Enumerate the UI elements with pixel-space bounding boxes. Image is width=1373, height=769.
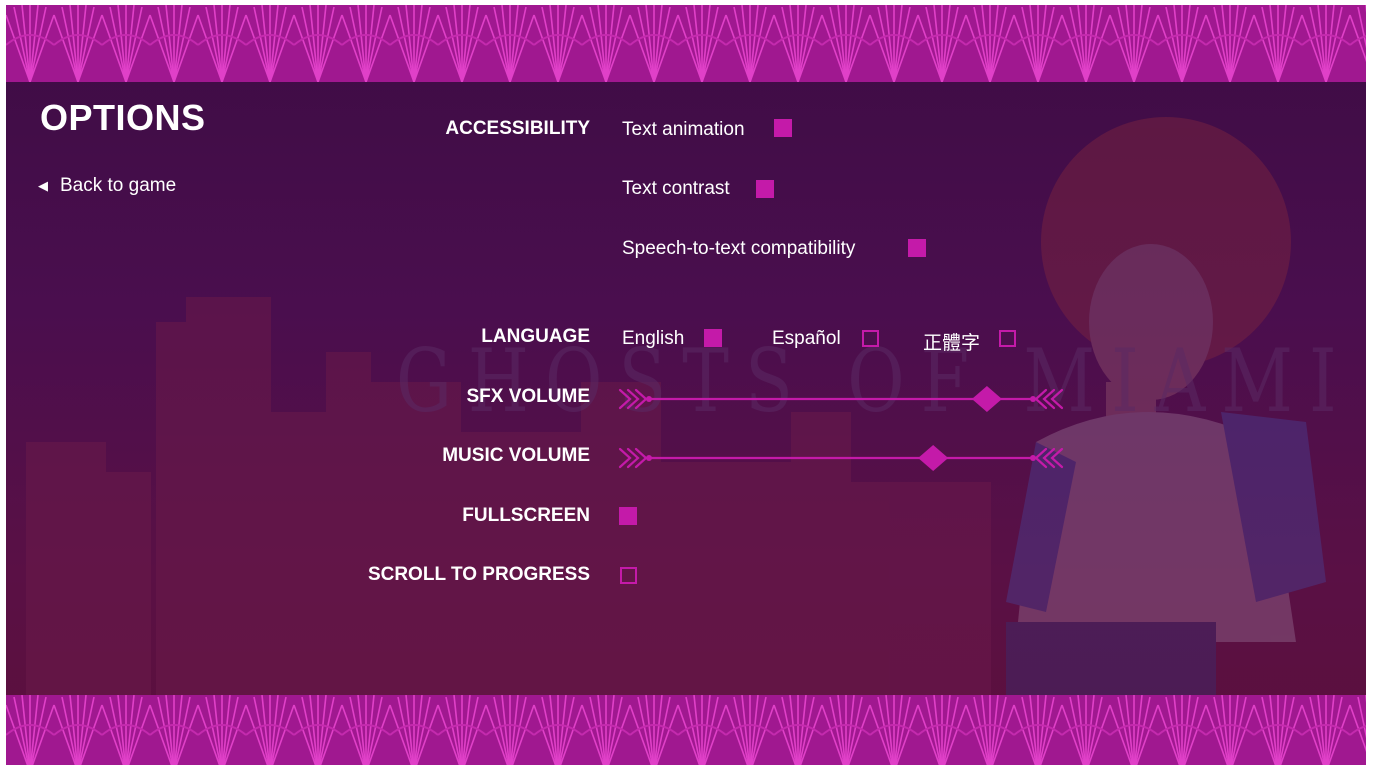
art-deco-band-top (6, 5, 1366, 82)
art-deco-band-bottom (6, 695, 1366, 765)
scroll-to-progress-heading: SCROLL TO PROGRESS (367, 564, 590, 585)
scroll-to-progress-checkbox[interactable] (620, 567, 637, 584)
music-volume-slider[interactable] (618, 445, 1064, 471)
text-contrast-checkbox[interactable] (756, 180, 774, 198)
speech-to-text-label: Speech-to-text compatibility (622, 238, 856, 259)
language-heading: LANGUAGE (481, 326, 590, 347)
options-screen: GHOSTS OF MIAMI OPTIONS ◀ Back to game A… (6, 5, 1366, 765)
back-to-game-label: Back to game (60, 175, 177, 196)
left-triangle-icon: ◀ (38, 178, 48, 193)
text-contrast-label: Text contrast (622, 178, 730, 199)
speech-to-text-checkbox[interactable] (908, 239, 926, 257)
fullscreen-heading: FULLSCREEN (462, 505, 590, 526)
language-espanol-label: Español (772, 328, 841, 349)
fullscreen-checkbox[interactable] (619, 507, 637, 525)
language-chinese-checkbox[interactable] (999, 330, 1016, 347)
accessibility-heading: ACCESSIBILITY (445, 118, 590, 139)
text-animation-checkbox[interactable] (774, 119, 792, 137)
back-to-game-link[interactable]: ◀ Back to game (38, 175, 176, 197)
music-volume-knob[interactable] (918, 445, 949, 471)
page-title: OPTIONS (40, 97, 206, 138)
language-espanol-checkbox[interactable] (862, 330, 879, 347)
sfx-volume-knob[interactable] (971, 386, 1002, 412)
sfx-volume-slider[interactable] (618, 386, 1064, 412)
language-english-label: English (622, 328, 685, 349)
language-chinese-label: 正體字 (923, 333, 981, 354)
language-english-checkbox[interactable] (704, 329, 722, 347)
text-animation-label: Text animation (622, 119, 745, 140)
music-volume-heading: MUSIC VOLUME (442, 445, 590, 466)
sfx-volume-heading: SFX VOLUME (466, 386, 590, 407)
